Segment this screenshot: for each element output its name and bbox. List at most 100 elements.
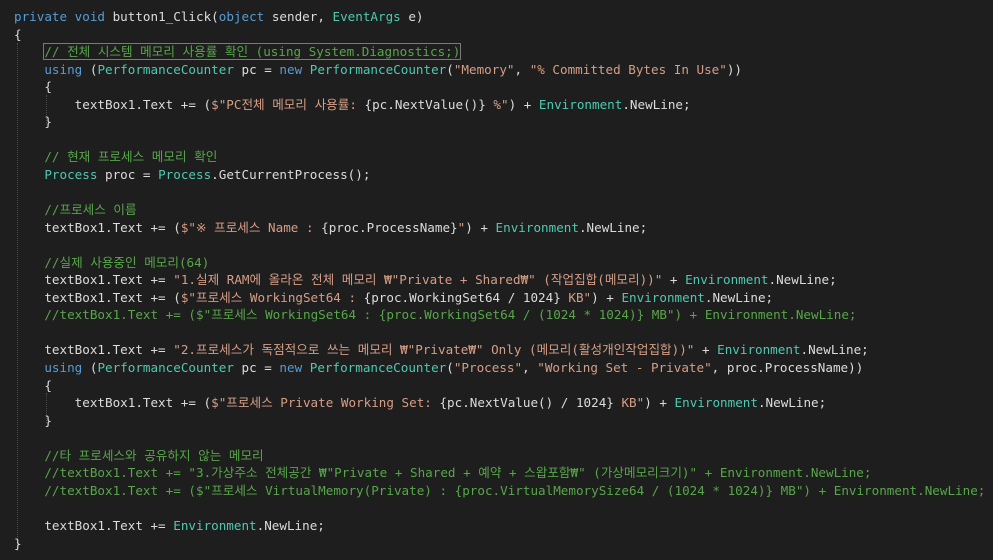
code-line[interactable]: // 현재 프로세스 메모리 확인 bbox=[0, 148, 217, 166]
code-comment: //타 프로세스와 공유하지 않는 메모리 bbox=[44, 447, 264, 463]
code-line[interactable]: //실제 사용중인 메모리(64) bbox=[0, 254, 209, 272]
code-text: .NewLine; bbox=[256, 517, 325, 533]
code-text: { bbox=[14, 26, 22, 42]
code-line[interactable]: } bbox=[0, 535, 22, 553]
code-type: PerformanceCounter bbox=[97, 360, 234, 375]
code-text: textBox1.Text += bbox=[14, 342, 174, 358]
code-comment: // 현재 프로세스 메모리 확인 bbox=[44, 149, 218, 165]
code-string: "% Committed Bytes In Use" bbox=[529, 61, 727, 77]
code-line[interactable] bbox=[0, 429, 14, 447]
code-type: Environment bbox=[685, 272, 769, 288]
code-text: ) + bbox=[591, 289, 622, 305]
code-comment: //실제 사용중인 메모리(64) bbox=[44, 254, 210, 270]
code-text: .NewLine; bbox=[768, 272, 837, 288]
code-text: {proc.ProcessName} bbox=[321, 219, 458, 235]
code-text: textBox1.Text += bbox=[14, 517, 174, 533]
code-line[interactable]: //타 프로세스와 공유하지 않는 메모리 bbox=[0, 447, 264, 465]
code-line[interactable]: using (PerformanceCounter pc = new Perfo… bbox=[0, 359, 863, 377]
code-line[interactable]: { bbox=[0, 377, 52, 395]
code-comment: // 전체 시스템 메모리 사용률 확인 (using System.Diagn… bbox=[43, 43, 462, 61]
code-type: Process bbox=[44, 166, 98, 182]
code-line[interactable]: //textBox1.Text += "3.가상주소 전체공간 ₩"Privat… bbox=[0, 464, 871, 482]
code-string: "2.프로세스가 독점적으로 쓰는 메모리 ₩"Private₩" Only (… bbox=[173, 342, 695, 358]
code-text: textBox1.Text += ( bbox=[14, 289, 181, 305]
code-line[interactable]: } bbox=[0, 412, 52, 430]
code-text: ) + bbox=[508, 96, 539, 112]
code-text: textBox1.Text += bbox=[14, 272, 174, 288]
code-line[interactable]: //프로세스 이름 bbox=[0, 201, 137, 219]
code-type: Environment bbox=[173, 517, 257, 533]
code-string: KB" bbox=[560, 289, 592, 305]
code-string: $"PC전체 메모리 사용률: bbox=[211, 96, 365, 112]
code-text: {pc.NextValue()} bbox=[364, 96, 486, 112]
code-line[interactable]: //textBox1.Text += ($"프로세스 WorkingSet64 … bbox=[0, 306, 856, 324]
code-line[interactable]: textBox1.Text += Environment.NewLine; bbox=[0, 517, 325, 535]
code-type: Environment bbox=[674, 395, 758, 411]
code-text: { bbox=[14, 377, 52, 393]
code-text: ( bbox=[446, 61, 454, 77]
code-comment: //프로세스 이름 bbox=[44, 202, 137, 218]
code-type: PerformanceCounter bbox=[309, 360, 447, 375]
code-text: .NewLine; bbox=[757, 395, 827, 411]
code-text: {proc.WorkingSet64 / 1024} bbox=[363, 289, 561, 305]
code-type: Environment bbox=[717, 342, 801, 358]
code-string: $"프로세스 WorkingSet64 : bbox=[180, 289, 364, 305]
code-line[interactable] bbox=[0, 184, 14, 202]
code-type: PerformanceCounter bbox=[309, 61, 447, 77]
code-text: , bbox=[514, 61, 530, 77]
code-type: Environment bbox=[495, 219, 579, 235]
code-text: ) + bbox=[465, 219, 496, 235]
code-text: ( bbox=[82, 61, 98, 77]
code-editor[interactable]: private void button1_Click(object sender… bbox=[0, 0, 993, 560]
code-text: {pc.NextValue() / 1024} bbox=[439, 395, 614, 411]
code-line[interactable]: textBox1.Text += ($"프로세스 WorkingSet64 : … bbox=[0, 289, 773, 307]
code-line[interactable]: { bbox=[0, 78, 52, 96]
code-text: } bbox=[14, 535, 22, 551]
code-string: %" bbox=[485, 96, 509, 112]
code-type: EventArgs bbox=[332, 9, 401, 24]
code-text: textBox1.Text += ( bbox=[14, 395, 212, 411]
code-keyword: new bbox=[279, 61, 303, 77]
code-string: "Memory" bbox=[453, 61, 515, 77]
code-line[interactable]: Process proc = Process.GetCurrentProcess… bbox=[0, 166, 370, 184]
code-line[interactable] bbox=[0, 131, 14, 149]
code-line[interactable]: textBox1.Text += ($"PC전체 메모리 사용률: {pc.Ne… bbox=[0, 96, 691, 114]
code-keyword: using bbox=[44, 61, 83, 77]
code-line[interactable]: //textBox1.Text += ($"프로세스 VirtualMemory… bbox=[0, 482, 985, 500]
code-text: ( bbox=[446, 360, 454, 375]
code-text: e) bbox=[400, 9, 424, 24]
code-line[interactable]: } bbox=[0, 113, 52, 131]
code-line[interactable]: textBox1.Text += "2.프로세스가 독점적으로 쓰는 메모리 ₩… bbox=[0, 341, 868, 359]
code-line[interactable]: private void button1_Click(object sender… bbox=[0, 8, 424, 26]
code-line[interactable]: using (PerformanceCounter pc = new Perfo… bbox=[0, 61, 742, 79]
code-text: )) bbox=[726, 61, 742, 77]
code-line[interactable]: textBox1.Text += ($"※ 프로세스 Name : {proc.… bbox=[0, 219, 647, 237]
code-keyword: using bbox=[44, 360, 83, 375]
code-string: "1.실제 RAM에 올라온 전체 메모리 ₩"Private + Shared… bbox=[173, 272, 663, 288]
code-line[interactable]: textBox1.Text += ($"프로세스 Private Working… bbox=[0, 394, 827, 412]
code-text: { bbox=[14, 79, 52, 95]
code-line[interactable] bbox=[0, 499, 14, 517]
code-line[interactable]: textBox1.Text += "1.실제 RAM에 올라온 전체 메모리 ₩… bbox=[0, 271, 837, 289]
code-text: , bbox=[522, 360, 538, 375]
code-text: button1_Click( bbox=[105, 9, 219, 24]
code-text: pc = bbox=[233, 360, 280, 375]
code-line[interactable]: // 전체 시스템 메모리 사용률 확인 (using System.Diagn… bbox=[0, 43, 462, 61]
code-text: .NewLine; bbox=[578, 219, 648, 235]
code-text: .NewLine; bbox=[622, 96, 691, 112]
code-keyword: private bbox=[14, 9, 68, 24]
code-comment: //textBox1.Text += "3.가상주소 전체공간 ₩"Privat… bbox=[44, 465, 872, 481]
code-text: sender, bbox=[264, 9, 333, 24]
code-line[interactable] bbox=[0, 324, 14, 342]
code-text: .GetCurrentProcess(); bbox=[211, 166, 371, 182]
code-comment: //textBox1.Text += ($"프로세스 VirtualMemory… bbox=[44, 482, 986, 498]
code-line[interactable] bbox=[0, 236, 14, 254]
code-line[interactable]: { bbox=[0, 26, 22, 44]
